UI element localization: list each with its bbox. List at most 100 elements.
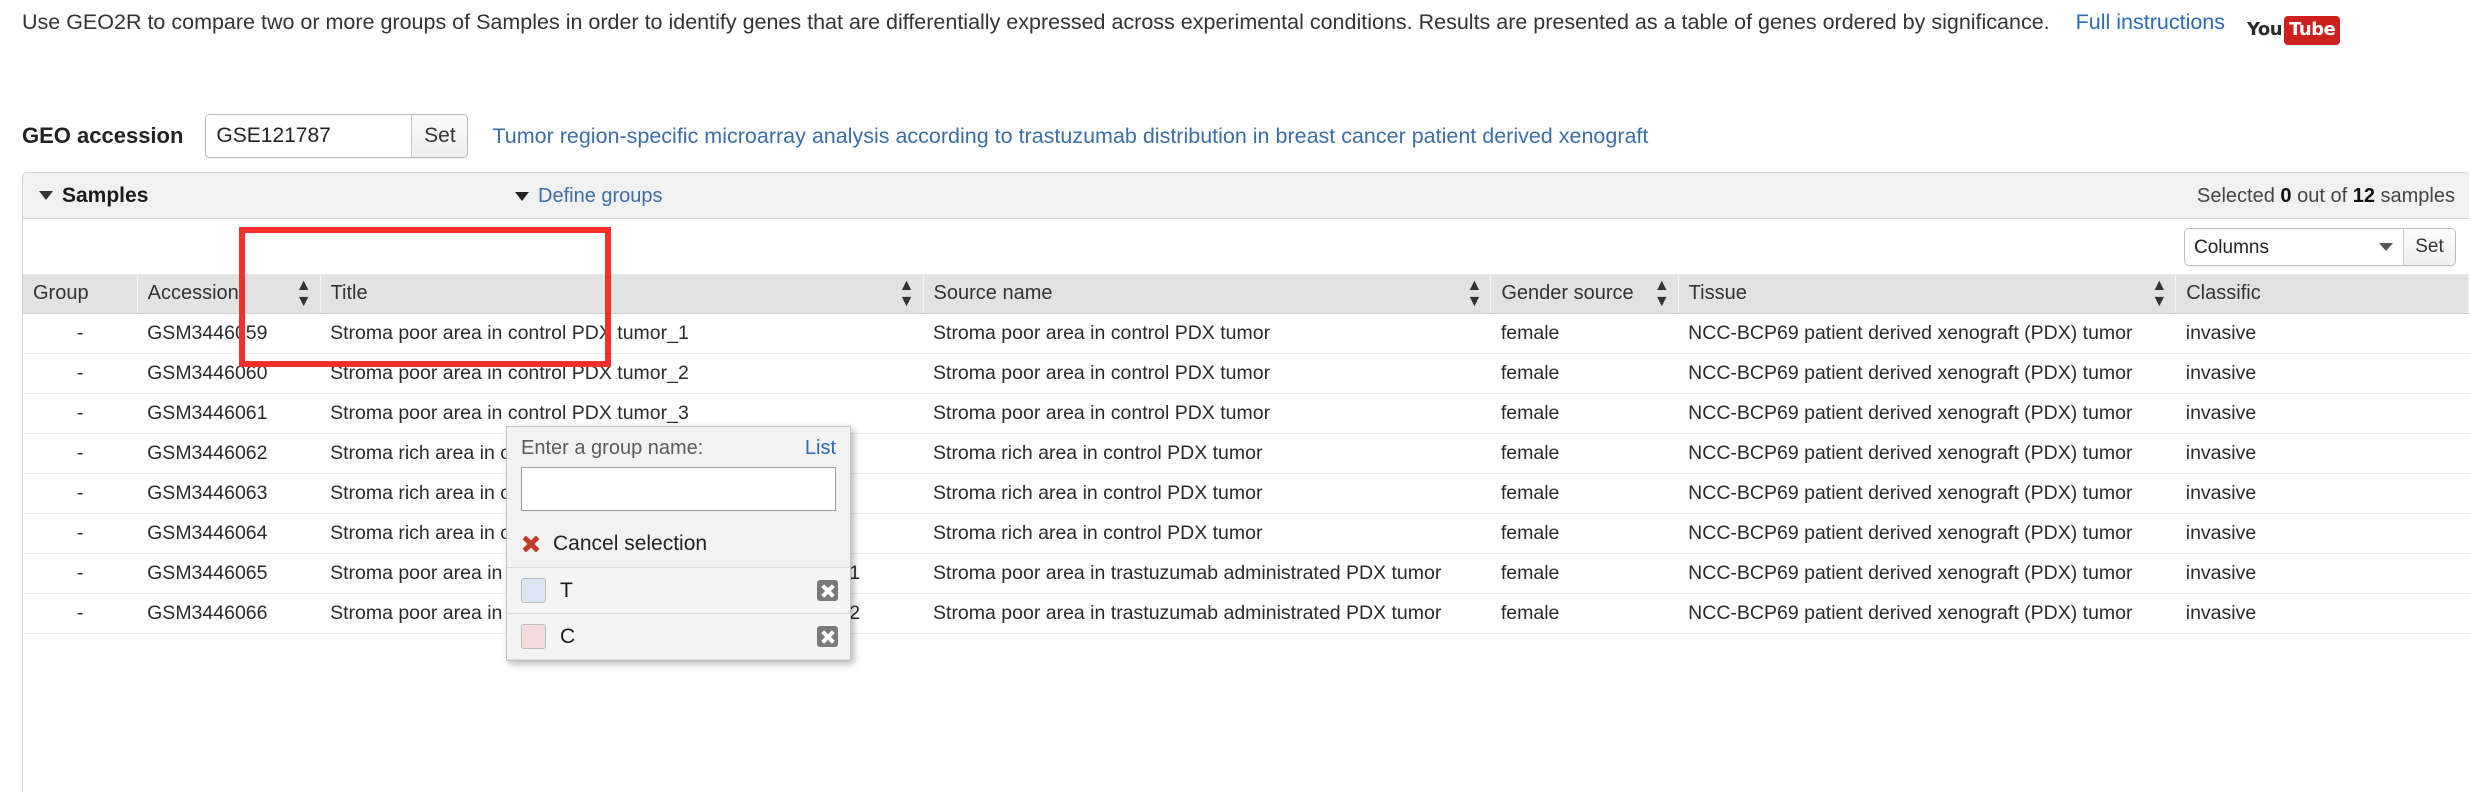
group-item[interactable]: T (507, 568, 850, 614)
intro-text: Use GEO2R to compare two or more groups … (22, 10, 2050, 34)
row-source-cell: Stroma poor area in control PDX tumor (923, 393, 1491, 434)
samples-title-label: Samples (62, 183, 149, 207)
row-accession-cell: GSM3446059 (137, 313, 321, 354)
column-header-gender-source[interactable]: Gender source ▲ ▼ (1490, 275, 1679, 314)
row-tissue-cell: NCC-BCP69 patient derived xenograft (PDX… (1678, 513, 2176, 554)
table-row[interactable]: -GSM3446065 Stroma poor area in trastuzum… (23, 553, 2469, 594)
sort-icon[interactable]: ▲ ▼ (2151, 277, 2167, 310)
row-tissue-cell: NCC-BCP69 patient derived xenograft (PDX… (1678, 553, 2176, 594)
row-accession-cell: GSM3446061 (137, 393, 321, 434)
table-row[interactable]: -GSM3446066 Stroma poor area in trastuzum… (23, 593, 2469, 634)
row-source-cell: Stroma poor area in trastuzumab administ… (923, 593, 1491, 634)
column-header-source-name[interactable]: Source name ▲ ▼ (923, 275, 1492, 314)
full-instructions-link[interactable]: Full instructions (2076, 10, 2225, 34)
chevron-down-icon (515, 192, 529, 201)
row-tissue-cell: NCC-BCP69 patient derived xenograft (PDX… (1678, 353, 2176, 394)
column-header-classification[interactable]: Classific (2175, 275, 2469, 314)
list-link[interactable]: List (805, 437, 836, 460)
sort-icon[interactable]: ▲ ▼ (899, 277, 915, 310)
row-gender-cell: female (1490, 553, 1679, 594)
row-title-cell: Stroma poor area in control PDX tumor_2 (320, 353, 924, 394)
row-accession-cell: GSM3446066 (137, 593, 321, 634)
row-gender-cell: female (1490, 593, 1679, 634)
row-source-cell: Stroma poor area in trastuzumab administ… (923, 553, 1491, 594)
row-classification-cell: invasive (2175, 393, 2469, 434)
column-header-tissue[interactable]: Tissue ▲ ▼ (1678, 275, 2177, 314)
define-groups-popup: Enter a group name: List Cancel selectio… (506, 426, 851, 661)
column-header-accession[interactable]: Accession ▲ ▼ (137, 275, 321, 314)
row-tissue-cell: NCC-BCP69 patient derived xenograft (PDX… (1678, 473, 2176, 514)
group-name-input[interactable] (521, 467, 836, 511)
table-row[interactable]: -GSM3446062 Stroma rich area in control P… (23, 433, 2469, 474)
row-accession-cell: GSM3446060 (137, 353, 321, 394)
sort-icon[interactable]: ▲ ▼ (1654, 277, 1670, 310)
selected-samples-status: Selected 0 out of 12 samples (2197, 185, 2455, 208)
accession-input[interactable] (206, 115, 412, 157)
group-name-label: T (560, 578, 573, 602)
group-item[interactable]: C (507, 614, 850, 660)
group-name-label: C (560, 624, 576, 648)
geo2r-page: Use GEO2R to compare two or more groups … (0, 0, 2469, 792)
header-label: Title (330, 282, 368, 305)
youtube-tube-text: Tube (2284, 16, 2341, 45)
row-classification-cell: invasive (2175, 553, 2469, 594)
table-row[interactable]: - GSM3446060 Stroma poor area in control P… (23, 353, 2469, 394)
row-source-cell: Stroma rich area in control PDX tumor (923, 433, 1491, 474)
row-accession-cell: GSM3446065 (137, 553, 321, 594)
youtube-you-text: You (2247, 19, 2283, 40)
row-group-cell: - (23, 393, 138, 434)
cancel-selection-item[interactable]: Cancel selection (507, 523, 850, 568)
accession-input-group: Set (205, 114, 469, 158)
header-label: Tissue (1688, 282, 1747, 305)
row-accession-cell: GSM3446063 (137, 473, 321, 514)
row-accession-cell: GSM3446064 (137, 513, 321, 554)
column-header-group[interactable]: Group (23, 275, 138, 314)
close-icon[interactable] (817, 626, 838, 647)
row-group-cell: - (23, 473, 138, 514)
youtube-logo[interactable]: You Tube (2247, 15, 2341, 45)
samples-table-header: Group Accession ▲ ▼ Title ▲ ▼ Source name … (23, 275, 2469, 314)
table-row[interactable]: - GSM3446059 Stroma poor area in control P… (23, 313, 2469, 354)
define-groups-toggle[interactable]: Define groups (515, 185, 663, 208)
row-classification-cell: invasive (2175, 353, 2469, 394)
row-group-cell: - (23, 313, 138, 354)
row-source-cell: Stroma poor area in control PDX tumor (923, 313, 1491, 354)
column-header-title[interactable]: Title ▲ ▼ (320, 275, 924, 314)
row-tissue-cell: NCC-BCP69 patient derived xenograft (PDX… (1678, 313, 2176, 354)
accession-row: GEO accession Set Tumor region-specific … (22, 112, 1648, 160)
series-title-link[interactable]: Tumor region-specific microarray analysi… (492, 124, 1648, 149)
row-source-cell: Stroma rich area in control PDX tumor (923, 473, 1491, 514)
group-list: TC (507, 568, 850, 660)
row-classification-cell: invasive (2175, 593, 2469, 634)
intro-paragraph: Use GEO2R to compare two or more groups … (22, 6, 2462, 45)
define-groups-label: Define groups (538, 185, 663, 207)
row-group-cell: - (23, 353, 138, 394)
columns-set-button[interactable]: Set (2403, 229, 2455, 265)
selected-prefix: Selected (2197, 185, 2275, 207)
row-classification-cell: invasive (2175, 313, 2469, 354)
accession-set-button[interactable]: Set (411, 115, 468, 157)
header-label: Classific (2186, 282, 2261, 305)
row-classification-cell: invasive (2175, 433, 2469, 474)
row-group-cell: - (23, 593, 138, 634)
table-row[interactable]: -GSM3446064 Stroma rich area in control P… (23, 513, 2469, 554)
group-color-swatch (521, 624, 546, 649)
header-label: Gender source (1501, 282, 1634, 305)
columns-select[interactable]: Columns (2185, 229, 2403, 265)
chevron-down-icon (39, 191, 53, 200)
sort-icon[interactable]: ▲ ▼ (296, 277, 312, 310)
row-classification-cell: invasive (2175, 513, 2469, 554)
row-group-cell: - (23, 553, 138, 594)
samples-section-toggle[interactable]: Samples (39, 184, 148, 208)
close-icon[interactable] (817, 580, 838, 601)
header-row: Group Accession ▲ ▼ Title ▲ ▼ Source name … (23, 275, 2469, 314)
row-gender-cell: female (1490, 353, 1679, 394)
sort-icon[interactable]: ▲ ▼ (1467, 277, 1483, 310)
table-row[interactable]: - GSM3446061 Stroma poor area in control P… (23, 393, 2469, 434)
table-row[interactable]: -GSM3446063 Stroma rich area in control P… (23, 473, 2469, 514)
header-label: Accession (147, 282, 239, 305)
samples-table-body: - GSM3446059 Stroma poor area in control P… (23, 313, 2469, 634)
selected-middle: out of (2297, 185, 2348, 207)
row-group-cell: - (23, 433, 138, 474)
row-accession-cell: GSM3446062 (137, 433, 321, 474)
